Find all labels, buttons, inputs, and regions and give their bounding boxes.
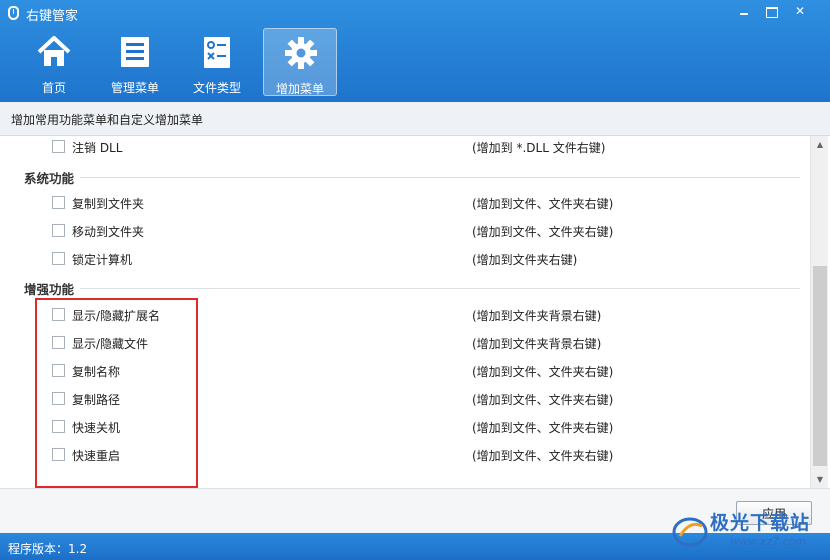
scrollbar-thumb[interactable] [813,266,827,466]
watermark-url: www.xz7.com [730,535,807,548]
title-bar: 右键管家 [0,0,830,26]
highlight-box [35,298,198,488]
list-icon [121,37,149,67]
vertical-scrollbar[interactable]: ▲ ▼ [810,136,828,488]
item-name: 移动到文件夹 [72,225,145,239]
list-item[interactable]: 复制到文件夹 (增加到文件、文件夹右键) [0,192,810,214]
page-subtitle: 增加常用功能菜单和自定义增加菜单 [0,102,830,136]
section-system-functions: 系统功能 [24,168,800,188]
section-divider [76,177,800,178]
scroll-down-arrow-icon[interactable]: ▼ [811,471,829,488]
section-enhanced-functions: 增强功能 [24,279,800,299]
item-desc: (增加到文件、文件夹右键) [472,421,614,435]
watermark: 极光下载站 www.xz7.com [668,508,828,554]
scroll-up-arrow-icon[interactable]: ▲ [811,136,829,153]
tab-file-type-label: 文件类型 [192,81,241,95]
maximize-button[interactable] [760,4,782,19]
tab-file-type[interactable]: 文件类型 [180,28,254,96]
section-divider [76,288,800,289]
tab-home-label: 首页 [41,81,66,95]
watermark-logo-icon [672,517,708,547]
item-desc: (增加到文件、文件夹右键) [472,225,614,239]
item-desc: (增加到文件、文件夹右键) [472,449,614,463]
gear-icon [285,37,317,69]
item-desc: (增加到 *.DLL 文件右键) [472,141,606,155]
window-title: 右键管家 [26,9,79,24]
item-desc: (增加到文件、文件夹右键) [472,393,614,407]
version-text: 程序版本：1.2 [8,542,88,556]
tab-add-menu[interactable]: 增加菜单 [263,28,337,96]
item-desc: (增加到文件、文件夹右键) [472,197,614,211]
section-title: 系统功能 [24,168,81,187]
tab-manage-menu-label: 管理菜单 [110,81,159,95]
section-title: 增强功能 [24,279,81,298]
item-desc: (增加到文件夹背景右键) [472,309,602,323]
tab-home[interactable]: 首页 [17,28,91,96]
checkbox[interactable] [52,196,65,209]
close-button[interactable] [789,4,811,19]
item-name: 注销 DLL [72,141,123,155]
app-logo-icon [8,6,19,20]
list-item[interactable]: 锁定计算机 (增加到文件夹右键) [0,248,810,270]
item-desc: (增加到文件、文件夹右键) [472,365,614,379]
checkbox[interactable] [52,140,65,153]
tab-add-menu-label: 增加菜单 [275,82,324,96]
minimize-button[interactable] [733,4,755,19]
item-desc: (增加到文件夹右键) [472,253,578,267]
list-item[interactable]: 移动到文件夹 (增加到文件、文件夹右键) [0,220,810,242]
list-item[interactable]: 注销 DLL (增加到 *.DLL 文件右键) [0,136,810,158]
file-type-icon [204,37,230,68]
checkbox[interactable] [52,224,65,237]
item-name: 锁定计算机 [72,253,133,267]
app-header: 右键管家 首页 管理菜单 文件类型 [0,0,830,102]
tab-manage-menu[interactable]: 管理菜单 [98,28,172,96]
watermark-text: 极光下载站 [710,512,811,534]
home-icon [37,36,71,66]
item-name: 复制到文件夹 [72,197,145,211]
checkbox[interactable] [52,252,65,265]
item-desc: (增加到文件夹背景右键) [472,337,602,351]
